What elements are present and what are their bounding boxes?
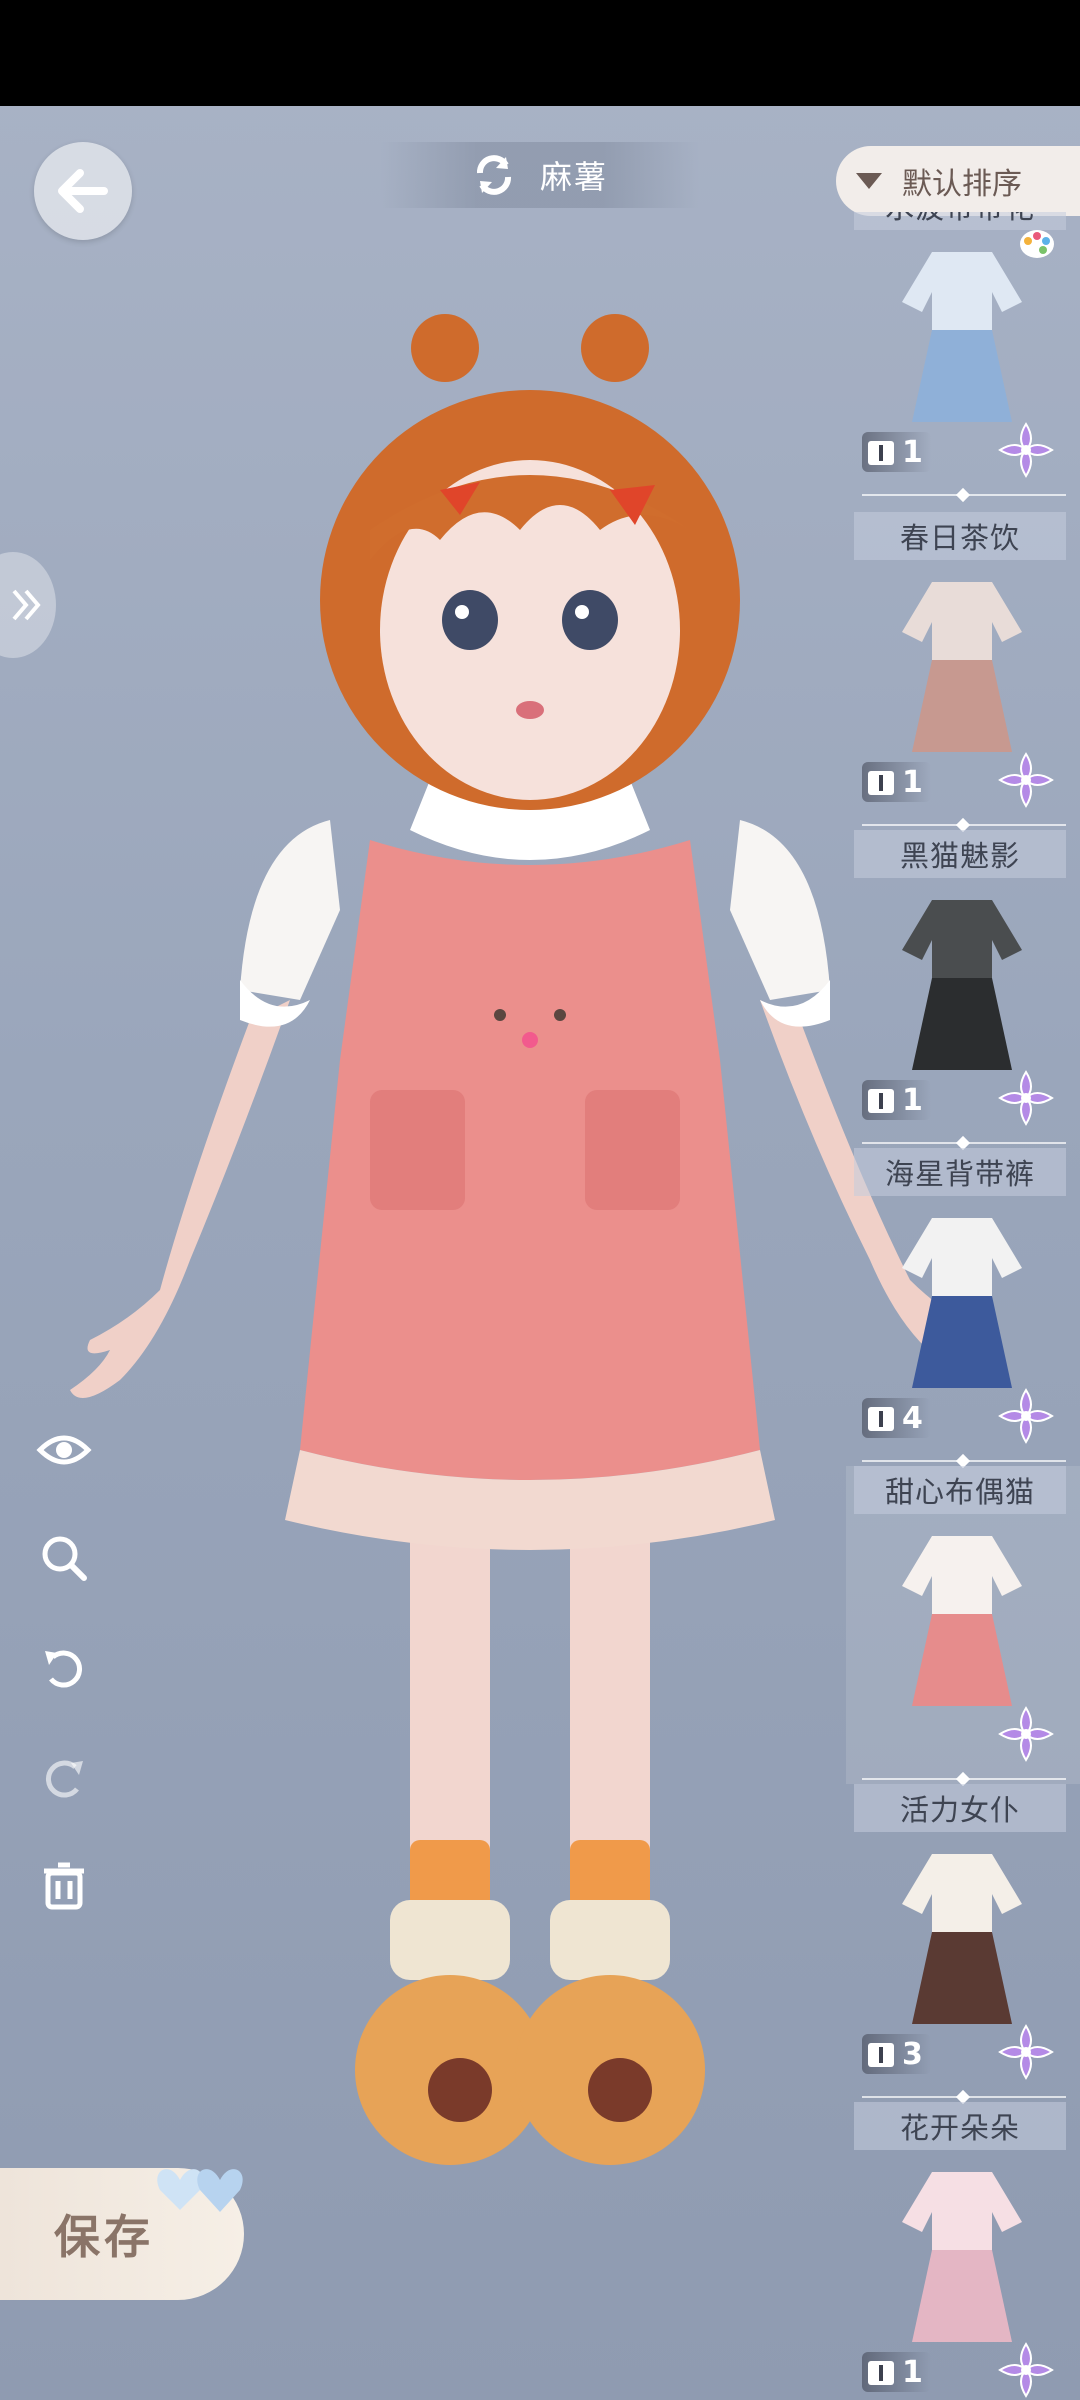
undo-icon xyxy=(45,1650,83,1688)
sort-dropdown[interactable]: 默认排序 xyxy=(836,146,1080,216)
wardrobe-icon xyxy=(868,771,894,795)
swap-icon[interactable] xyxy=(472,153,516,197)
rarity-flower-icon xyxy=(998,1706,1054,1762)
owned-count-badge: 4 xyxy=(862,1398,931,1438)
owned-count: 1 xyxy=(902,2354,923,2390)
rarity-flower-icon xyxy=(998,2024,1054,2080)
outfit-item[interactable]: 甜心布偶猫 xyxy=(846,1466,1080,1787)
eye-button[interactable] xyxy=(34,1420,94,1480)
outfit-item[interactable]: 黑猫魅影 1 xyxy=(846,830,1080,1151)
zoom-button[interactable] xyxy=(34,1528,94,1588)
outfit-title: 花开朵朵 xyxy=(854,2102,1066,2150)
wardrobe-icon xyxy=(868,441,894,465)
save-label: 保存 xyxy=(54,2210,154,2264)
sort-label: 默认排序 xyxy=(902,167,1022,202)
rarity-flower-icon xyxy=(998,2342,1054,2398)
outfit-thumbnail xyxy=(902,1218,1022,1388)
outfit-item[interactable]: 海星背带裤 4 xyxy=(846,1148,1080,1469)
outfit-item[interactable]: 水波带带花1 xyxy=(846,212,1080,503)
wardrobe-icon xyxy=(868,2361,894,2385)
outfit-divider xyxy=(862,487,1066,503)
rarity-flower-icon xyxy=(998,422,1054,478)
outfit-thumbnail xyxy=(902,582,1022,752)
outfit-thumbnail xyxy=(902,252,1022,422)
palette-icon[interactable] xyxy=(1018,228,1056,260)
outfit-item[interactable]: 春日茶饮 1 xyxy=(846,512,1080,833)
outfit-item[interactable]: 花开朵朵 1 xyxy=(846,2102,1080,2400)
undo-button[interactable] xyxy=(34,1638,94,1698)
eye-icon xyxy=(36,1435,92,1465)
outfit-divider xyxy=(862,817,1066,833)
wardrobe-icon xyxy=(868,1407,894,1431)
outfit-divider xyxy=(862,1453,1066,1469)
character-name-bar[interactable]: 麻薯 xyxy=(380,142,700,208)
outfit-divider xyxy=(862,1771,1066,1787)
owned-count: 3 xyxy=(902,2036,923,2072)
outfit-divider xyxy=(862,1135,1066,1151)
owned-count-badge: 1 xyxy=(862,762,931,802)
owned-count-badge: 1 xyxy=(862,432,931,472)
owned-count: 1 xyxy=(902,1082,923,1118)
outfit-thumbnail xyxy=(902,900,1022,1070)
double-chevron-right-icon xyxy=(12,589,41,621)
outfit-thumbnail xyxy=(902,2172,1022,2342)
rarity-flower-icon xyxy=(998,752,1054,808)
outfit-thumbnail xyxy=(902,1536,1022,1706)
back-button[interactable] xyxy=(34,142,132,240)
outfit-title: 春日茶饮 xyxy=(854,512,1066,560)
hearts-decoration xyxy=(157,2169,243,2212)
outfit-title: 海星背带裤 xyxy=(854,1148,1066,1196)
owned-count: 1 xyxy=(902,764,923,800)
triangle-down-icon xyxy=(856,173,882,189)
rarity-flower-icon xyxy=(998,1388,1054,1444)
wardrobe-icon xyxy=(868,1089,894,1113)
trash-icon xyxy=(44,1862,84,1910)
delete-button[interactable] xyxy=(34,1856,94,1916)
zoom-icon xyxy=(42,1536,87,1581)
redo-button[interactable] xyxy=(34,1748,94,1808)
redo-icon xyxy=(45,1760,83,1798)
rarity-flower-icon xyxy=(998,1070,1054,1126)
outfit-item[interactable]: 活力女仆 3 xyxy=(846,1784,1080,2105)
arrow-left-icon xyxy=(58,169,108,213)
owned-count: 4 xyxy=(902,1400,923,1436)
outfit-title: 甜心布偶猫 xyxy=(854,1466,1066,1514)
outfit-title: 黑猫魅影 xyxy=(854,830,1066,878)
outfit-list[interactable]: 水波带带花1 春日茶饮 1 黑猫魅影 1 海星背带裤 4 甜心布偶猫活力女仆 3 花开朵朵 1 xyxy=(846,212,1080,2400)
status-bar xyxy=(0,0,1080,106)
outfit-divider xyxy=(862,2089,1066,2105)
wardrobe-icon xyxy=(868,2043,894,2067)
owned-count-badge: 3 xyxy=(862,2034,931,2074)
owned-count-badge: 1 xyxy=(862,2352,931,2392)
outfit-title: 活力女仆 xyxy=(854,1784,1066,1832)
owned-count-badge: 1 xyxy=(862,1080,931,1120)
owned-count: 1 xyxy=(902,434,923,470)
outfit-thumbnail xyxy=(902,1854,1022,2024)
character-name: 麻薯 xyxy=(539,158,608,196)
